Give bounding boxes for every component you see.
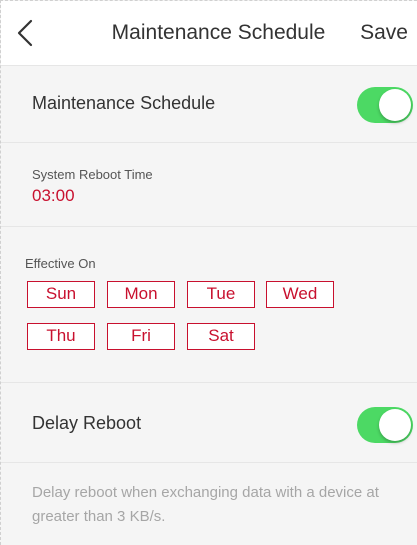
day-button-sat[interactable]: Sat [187, 323, 255, 350]
system-reboot-time-value[interactable]: 03:00 [32, 186, 75, 206]
day-button-fri[interactable]: Fri [107, 323, 175, 350]
effective-on-label: Effective On [25, 256, 96, 271]
day-button-tue[interactable]: Tue [187, 281, 255, 308]
divider [1, 142, 417, 143]
toggle-knob [379, 89, 411, 121]
day-button-mon[interactable]: Mon [107, 281, 175, 308]
back-button[interactable] [11, 15, 45, 51]
chevron-left-icon [17, 19, 33, 47]
maintenance-schedule-toggle[interactable] [357, 87, 413, 123]
toggle-knob [379, 409, 411, 441]
navigation-bar: Maintenance Schedule Save [1, 1, 417, 66]
divider [1, 382, 417, 383]
delay-reboot-label: Delay Reboot [32, 413, 142, 433]
delay-reboot-toggle[interactable] [357, 407, 413, 443]
system-reboot-time-label: System Reboot Time [32, 167, 153, 182]
day-button-wed[interactable]: Wed [266, 281, 334, 308]
maintenance-schedule-screen: Maintenance Schedule Save Maintenance Sc… [0, 0, 417, 545]
save-button[interactable]: Save [360, 21, 408, 45]
divider [1, 226, 417, 227]
maintenance-schedule-label: Maintenance Schedule [32, 93, 216, 113]
day-button-sun[interactable]: Sun [27, 281, 95, 308]
divider [1, 462, 417, 463]
page-title: Maintenance Schedule [111, 21, 326, 44]
day-button-thu[interactable]: Thu [27, 323, 95, 350]
delay-reboot-description: Delay reboot when exchanging data with a… [32, 484, 379, 525]
